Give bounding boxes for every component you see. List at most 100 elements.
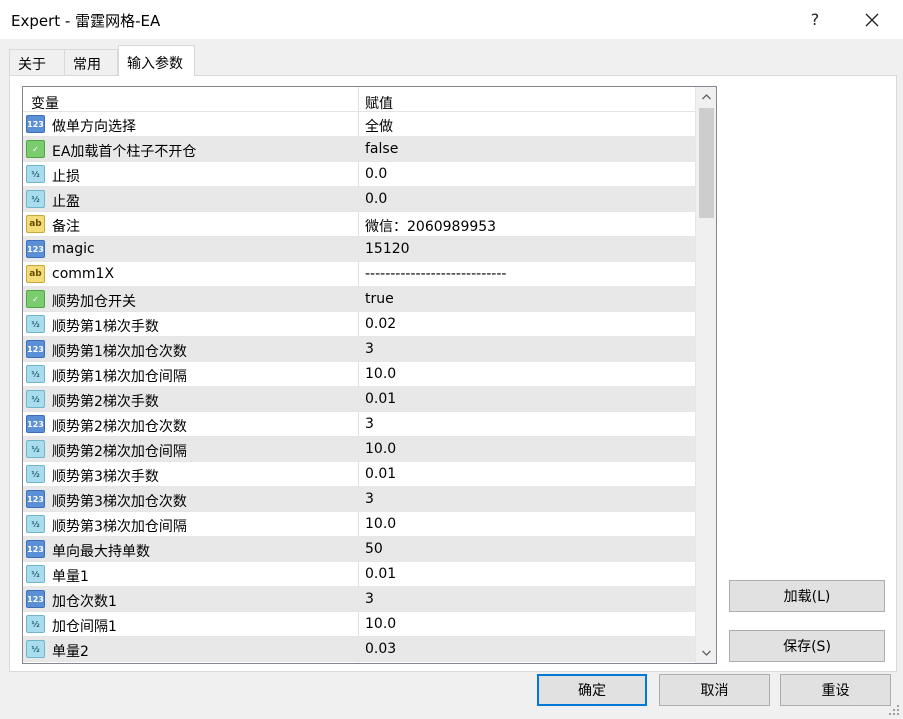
- integer-type-icon: 123: [26, 115, 45, 133]
- parameter-name: 顺势第3梯次加仓次数: [52, 494, 187, 510]
- parameter-value[interactable]: 0.02: [365, 316, 396, 332]
- tab-bar: 关于 常用 输入参数: [0, 45, 903, 76]
- parameter-value[interactable]: 10.0: [365, 516, 396, 532]
- integer-type-icon: 123: [26, 590, 45, 608]
- parameter-name: 顺势第1梯次加仓间隔: [52, 369, 187, 385]
- parameter-value[interactable]: 10.0: [365, 441, 396, 457]
- scroll-down-arrow[interactable]: [696, 643, 716, 663]
- parameter-name: 止损: [52, 169, 80, 185]
- parameter-value[interactable]: 3: [365, 416, 374, 432]
- header-value[interactable]: 赋值: [365, 93, 393, 113]
- parameter-name: 顺势第1梯次手数: [52, 319, 159, 335]
- table-row[interactable]: ½ 止盈 0.0: [23, 187, 695, 212]
- table-row[interactable]: ✓ 顺势加仓开关 true: [23, 287, 695, 312]
- integer-type-icon: 123: [26, 415, 45, 433]
- string-type-icon: ab: [26, 265, 45, 283]
- table-row[interactable]: ½ 单量2 0.03: [23, 637, 695, 662]
- vertical-scrollbar[interactable]: [695, 87, 716, 663]
- parameter-name: 顺势加仓开关: [52, 294, 136, 310]
- parameter-value[interactable]: 15120: [365, 241, 410, 257]
- reset-button[interactable]: 重设: [780, 674, 891, 706]
- parameter-value[interactable]: false: [365, 141, 398, 157]
- parameter-value[interactable]: 微信：2060989953: [365, 216, 496, 236]
- parameter-name: 做单方向选择: [52, 119, 136, 135]
- table-row[interactable]: 123 做单方向选择 全做: [23, 112, 695, 137]
- parameter-value[interactable]: ----------------------------: [365, 266, 506, 282]
- chevron-up-icon: [702, 94, 711, 100]
- scroll-thumb[interactable]: [699, 108, 714, 218]
- table-row[interactable]: ½ 顺势第1梯次手数 0.02: [23, 312, 695, 337]
- parameter-value[interactable]: 全做: [365, 116, 393, 136]
- parameter-value[interactable]: 10.0: [365, 616, 396, 632]
- table-row[interactable]: 123 顺势第2梯次加仓次数 3: [23, 412, 695, 437]
- parameter-name: 顺势第3梯次加仓间隔: [52, 519, 187, 535]
- scroll-up-arrow[interactable]: [696, 87, 716, 107]
- title-bar: Expert - 雷霆网格-EA ?: [0, 0, 903, 39]
- table-row[interactable]: 123 顺势第3梯次加仓次数 3: [23, 487, 695, 512]
- parameter-value[interactable]: true: [365, 291, 394, 307]
- double-type-icon: ½: [26, 365, 45, 383]
- chevron-down-icon: [702, 650, 711, 656]
- tab-common[interactable]: 常用: [64, 49, 118, 76]
- integer-type-icon: 123: [26, 540, 45, 558]
- parameter-value[interactable]: 3: [365, 591, 374, 607]
- double-type-icon: ½: [26, 465, 45, 483]
- close-button[interactable]: [849, 0, 895, 39]
- ok-button[interactable]: 确定: [537, 674, 647, 706]
- table-row[interactable]: ab comm1X ----------------------------: [23, 262, 695, 287]
- close-icon: [865, 13, 879, 26]
- load-button[interactable]: 加载(L): [729, 580, 885, 612]
- parameter-value[interactable]: 0.01: [365, 466, 396, 482]
- parameter-value[interactable]: 0.01: [365, 566, 396, 582]
- double-type-icon: ½: [26, 165, 45, 183]
- input-parameters-grid: 变量 赋值 123 做单方向选择 全做 ✓ EA加载首个柱子不开仓 false ½ 止损 0.0…: [22, 86, 717, 664]
- parameter-name: 单量2: [52, 644, 89, 660]
- parameter-name: 单向最大持单数: [52, 544, 150, 560]
- double-type-icon: ½: [26, 190, 45, 208]
- parameter-value[interactable]: 0.0: [365, 191, 387, 207]
- table-row[interactable]: ab 备注 微信：2060989953: [23, 212, 695, 237]
- table-row[interactable]: 123 magic 15120: [23, 237, 695, 262]
- double-type-icon: ½: [26, 640, 45, 658]
- cancel-button[interactable]: 取消: [659, 674, 770, 706]
- parameter-name: EA加载首个柱子不开仓: [52, 144, 197, 160]
- double-type-icon: ½: [26, 515, 45, 533]
- parameter-value[interactable]: 3: [365, 491, 374, 507]
- parameter-name: 顺势第3梯次手数: [52, 469, 159, 485]
- table-row[interactable]: ½ 顺势第2梯次手数 0.01: [23, 387, 695, 412]
- header-variable[interactable]: 变量: [31, 93, 59, 113]
- table-row[interactable]: ½ 单量1 0.01: [23, 562, 695, 587]
- parameter-value[interactable]: 3: [365, 341, 374, 357]
- table-row[interactable]: 123 单向最大持单数 50: [23, 537, 695, 562]
- double-type-icon: ½: [26, 565, 45, 583]
- parameter-value[interactable]: 0.01: [365, 391, 396, 407]
- parameter-name: 单量1: [52, 569, 89, 585]
- table-row[interactable]: ½ 顺势第2梯次加仓间隔 10.0: [23, 437, 695, 462]
- parameter-name: 顺势第1梯次加仓次数: [52, 344, 187, 360]
- parameter-name: 顺势第2梯次加仓间隔: [52, 444, 187, 460]
- help-button[interactable]: ?: [792, 0, 838, 39]
- table-row[interactable]: 123 加仓次数1 3: [23, 587, 695, 612]
- grid-header: 变量 赋值: [23, 87, 695, 112]
- table-row[interactable]: ½ 止损 0.0: [23, 162, 695, 187]
- table-row[interactable]: ½ 顺势第1梯次加仓间隔 10.0: [23, 362, 695, 387]
- parameter-value[interactable]: 0.03: [365, 641, 396, 657]
- parameter-value[interactable]: 0.0: [365, 166, 387, 182]
- table-row[interactable]: 123 顺势第1梯次加仓次数 3: [23, 337, 695, 362]
- save-button[interactable]: 保存(S): [729, 630, 885, 662]
- parameter-value[interactable]: 10.0: [365, 366, 396, 382]
- table-row[interactable]: ½ 顺势第3梯次手数 0.01: [23, 462, 695, 487]
- table-row[interactable]: ½ 顺势第3梯次加仓间隔 10.0: [23, 512, 695, 537]
- double-type-icon: ½: [26, 315, 45, 333]
- table-row[interactable]: ½ 加仓间隔1 10.0: [23, 612, 695, 637]
- table-row[interactable]: ✓ EA加载首个柱子不开仓 false: [23, 137, 695, 162]
- integer-type-icon: 123: [26, 490, 45, 508]
- window-title: Expert - 雷霆网格-EA: [11, 12, 161, 30]
- resize-grip-icon[interactable]: [888, 704, 900, 716]
- parameter-value[interactable]: 50: [365, 541, 383, 557]
- tab-inputs[interactable]: 输入参数: [118, 45, 195, 76]
- parameter-name: magic: [52, 241, 95, 257]
- string-type-icon: ab: [26, 215, 45, 233]
- tab-about[interactable]: 关于: [9, 49, 65, 76]
- boolean-type-icon: ✓: [26, 290, 45, 308]
